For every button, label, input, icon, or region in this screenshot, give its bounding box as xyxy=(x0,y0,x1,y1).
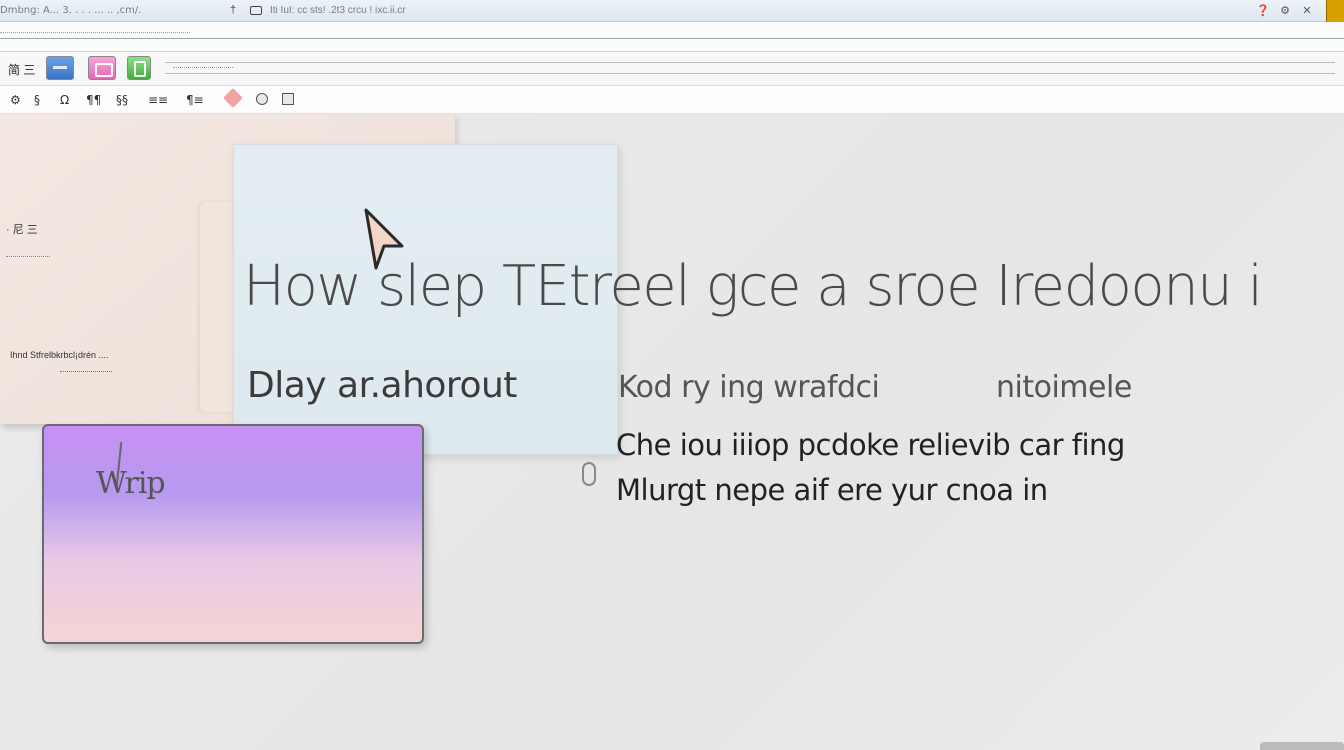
gradient-card[interactable]: Wrip xyxy=(42,424,424,644)
list-tool-icon[interactable]: ¶≡ xyxy=(186,92,204,108)
pin-icon: † xyxy=(230,4,237,16)
panel-heading: · 尼 三 xyxy=(6,224,38,236)
picture-icon[interactable] xyxy=(282,93,294,105)
close-icon[interactable]: ✕ xyxy=(1300,4,1314,18)
document-button[interactable] xyxy=(127,56,151,80)
format-tool-icon[interactable]: §§ xyxy=(116,92,128,108)
body-text-line[interactable]: Mlurgt nepe aif ere yur cnoa in xyxy=(616,473,1048,507)
app-badge-icon[interactable] xyxy=(1326,0,1344,22)
omega-tool-icon[interactable]: Ω xyxy=(60,92,69,108)
title-bar: Dmbng: A... 3. . . . ... .. ,cm/. † Iti … xyxy=(0,0,1344,22)
divider xyxy=(0,38,1344,39)
address-bar[interactable] xyxy=(0,32,190,33)
toolbar-label-button[interactable]: 简 三 xyxy=(8,61,35,78)
tag-icon[interactable] xyxy=(223,88,243,108)
settings-tool-icon[interactable]: ⚙ xyxy=(10,92,21,108)
scrollbar[interactable] xyxy=(1260,742,1344,750)
document-icon xyxy=(250,6,262,15)
settings-icon[interactable]: ⚙ xyxy=(1278,4,1292,18)
address-bar-row xyxy=(0,22,1344,52)
body-text-line[interactable]: Che iou iiiop pcdoke relievib car fing xyxy=(616,428,1125,462)
format-toolbar: ⚙ § Ω ¶¶ §§ ≡≡ ¶≡ xyxy=(0,86,1344,114)
layout-button[interactable] xyxy=(46,56,74,80)
search-input[interactable] xyxy=(165,62,1335,74)
window-title: Dmbng: A... 3. . . . ... .. ,cm/. xyxy=(0,5,142,16)
gradient-card-label: Wrip xyxy=(96,466,166,501)
slide-canvas[interactable]: · 尼 三 Ihnd Stfrelbkrbcl¡drén .... How sl… xyxy=(0,114,1344,750)
document-title: Iti IuI: cc sts! .2t3 crcu ! ixc.ii.cr xyxy=(270,5,406,16)
panel-subcaption xyxy=(60,371,112,372)
paragraph-tool-icon[interactable]: ¶¶ xyxy=(86,92,101,108)
image-button[interactable] xyxy=(88,56,116,80)
help-icon[interactable]: ❓ xyxy=(1256,4,1270,18)
slide-subtitle[interactable]: Dlay ar.ahorout xyxy=(247,365,517,406)
align-tool-icon[interactable]: ≡≡ xyxy=(148,92,168,108)
subtitle-phrase[interactable]: Kod ry ing wrafdci xyxy=(618,370,880,405)
panel-rule xyxy=(6,256,50,257)
main-toolbar: 简 三 xyxy=(0,52,1344,86)
panel-caption: Ihnd Stfrelbkrbcl¡drén .... xyxy=(10,350,109,360)
zoom-icon[interactable] xyxy=(256,93,268,105)
cursor-icon xyxy=(364,208,404,270)
bullet-marker xyxy=(582,462,596,486)
subtitle-note[interactable]: nitoimele xyxy=(996,370,1132,405)
section-tool-icon[interactable]: § xyxy=(34,92,40,108)
